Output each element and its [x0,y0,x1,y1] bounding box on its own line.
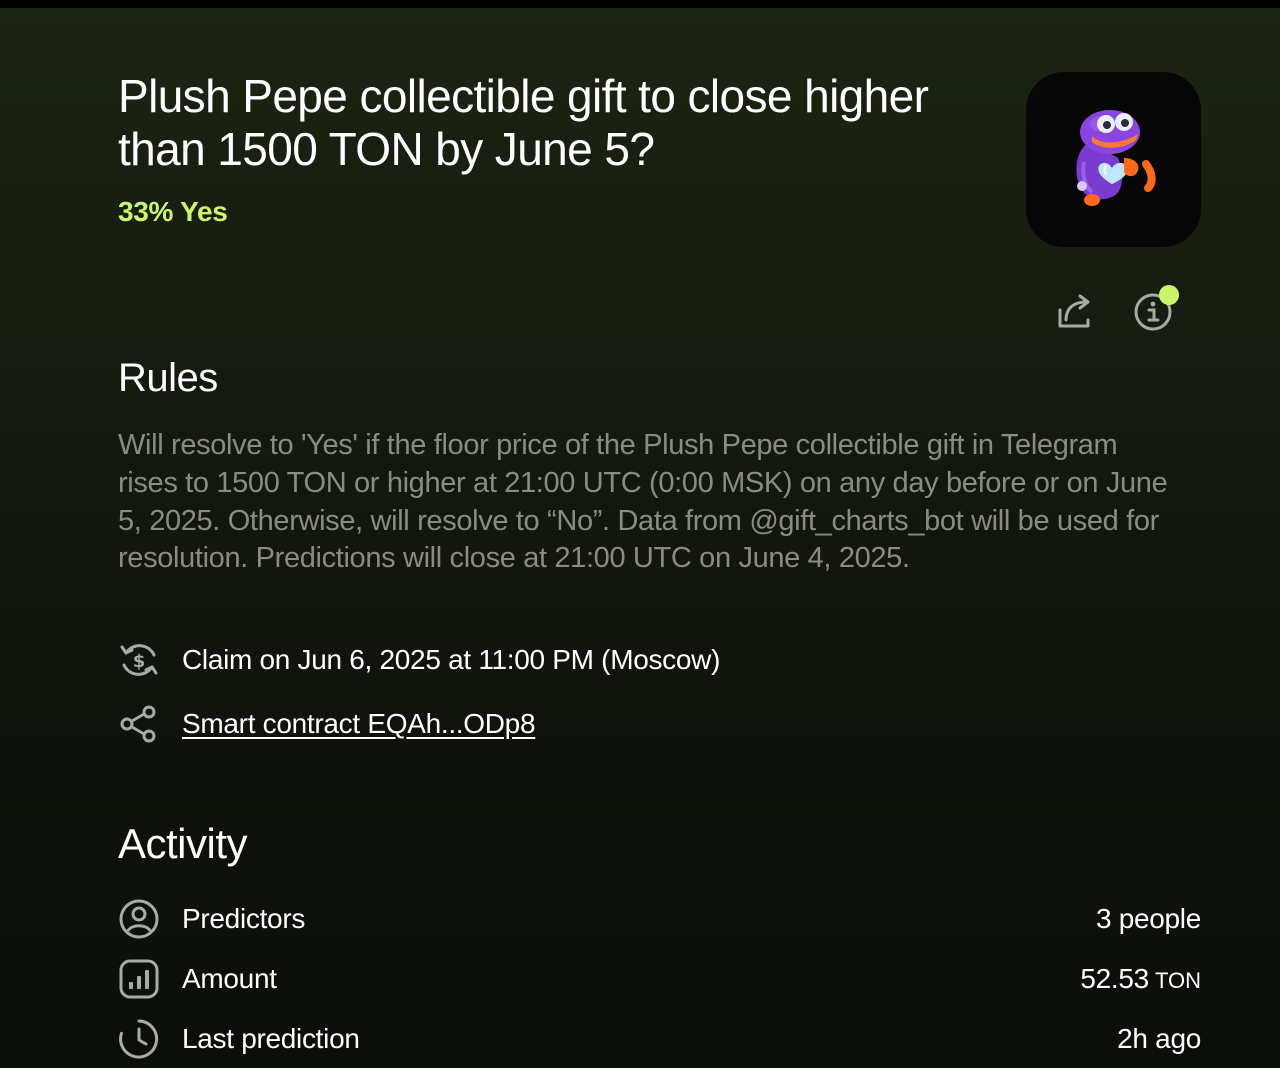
svg-text:$: $ [133,651,146,672]
top-bar [0,0,1280,8]
amount-number: 52.53 [1080,963,1149,994]
rules-heading: Rules [118,356,218,400]
gift-image [1026,72,1201,247]
bar-chart-icon [118,958,160,1000]
clock-icon [118,1018,160,1060]
last-prediction-value: 2h ago [1117,1023,1201,1054]
market-title: Plush Pepe collectible gift to close hig… [118,70,929,175]
plush-pepe-image [1076,110,1156,206]
smart-contract-link[interactable]: Smart contract EQAh...ODp8 [182,708,536,740]
claim-dollar-cycle-icon: $ [118,639,160,681]
yes-odds: 33% Yes [118,196,228,227]
last-prediction-row: Last prediction 2h ago [118,1017,1201,1061]
amount-row: Amount 52.53 TON [118,957,1201,1001]
claim-row: $ Claim on Jun 6, 2025 at 11:00 PM (Mosc… [118,638,720,682]
contract-row: Smart contract EQAh...ODp8 [118,702,536,746]
share-icon [1058,294,1090,328]
user-circle-icon [118,898,160,940]
predictors-label: Predictors [182,903,306,934]
claim-date: Claim on Jun 6, 2025 at 11:00 PM (Moscow… [182,644,721,675]
share-nodes-icon [118,703,160,745]
amount-value: 52.53 TON [1080,963,1201,995]
notification-dot [1159,285,1179,305]
predictors-row: Predictors 3 people [118,897,1201,941]
rules-description: Will resolve to 'Yes' if the floor price… [118,429,1168,575]
amount-label: Amount [182,963,277,994]
amount-unit: TON [1154,968,1201,993]
activity-heading: Activity [118,820,248,867]
predictors-value: 3 people [1095,903,1201,934]
last-prediction-label: Last prediction [182,1023,360,1054]
share-button[interactable] [1052,290,1096,334]
